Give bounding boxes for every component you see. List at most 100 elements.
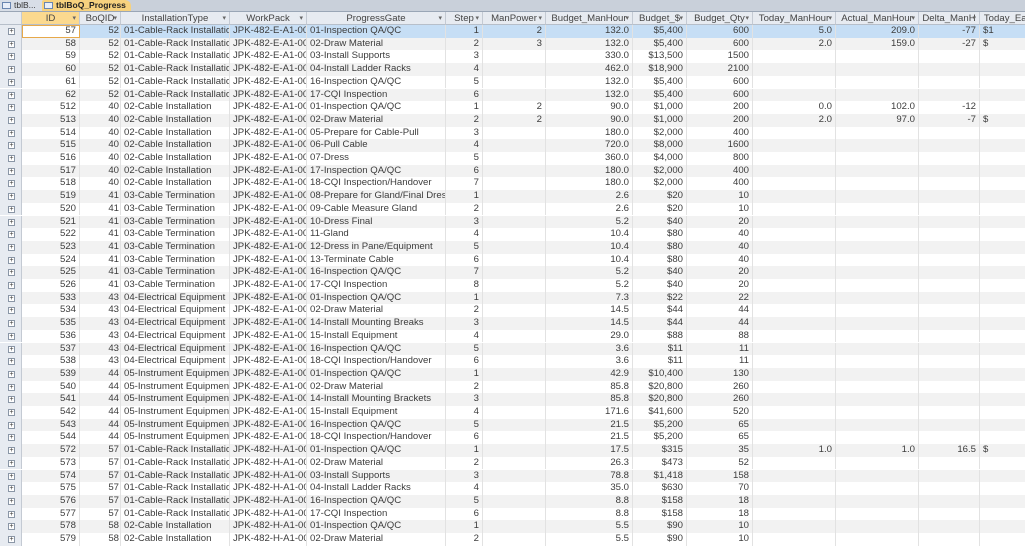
cell-manpower[interactable] xyxy=(483,355,546,368)
cell-boqid[interactable]: 57 xyxy=(80,444,121,457)
cell-budget-[interactable]: $2,000 xyxy=(633,164,687,178)
cell-manpower[interactable] xyxy=(483,88,546,102)
cell-delta-manh[interactable] xyxy=(919,75,980,89)
sort-dropdown-icon[interactable]: ▾ xyxy=(745,12,749,24)
expand-subdatasheet-icon[interactable]: + xyxy=(8,78,15,86)
cell-workpack[interactable]: JPK-482-E-A1-0001 xyxy=(230,406,307,419)
column-header-today-manhour[interactable]: Today_ManHour ▾ xyxy=(753,12,836,25)
cell-budget-qty[interactable]: 400 xyxy=(687,177,753,191)
cell-budget-[interactable]: $88 xyxy=(633,329,687,343)
cell-id[interactable]: 57 xyxy=(22,25,80,38)
cell-installationtype[interactable]: 05-Instrument Equipment xyxy=(121,406,230,419)
cell-delta-manh[interactable]: -7 xyxy=(919,113,980,127)
cell-workpack[interactable]: JPK-482-E-A1-0001 xyxy=(230,279,307,292)
cell-actual-manhour[interactable]: 159.0 xyxy=(836,37,919,51)
cell-progressgate[interactable]: 16-Inspection QA/QC xyxy=(307,418,446,432)
record-selector[interactable]: + xyxy=(0,469,22,483)
cell-installationtype[interactable]: 04-Electrical Equipment xyxy=(121,329,230,343)
cell-budget-qty[interactable]: 70 xyxy=(687,482,753,495)
cell-installationtype[interactable]: 01-Cable-Rack Installation xyxy=(121,507,230,521)
cell-boqid[interactable]: 41 xyxy=(80,228,121,241)
cell-workpack[interactable]: JPK-482-E-A1-0001 xyxy=(230,63,307,76)
cell-manpower[interactable] xyxy=(483,266,546,279)
cell-step[interactable]: 1 xyxy=(446,520,483,533)
cell-boqid[interactable]: 58 xyxy=(80,520,121,533)
record-selector[interactable]: + xyxy=(0,113,22,127)
cell-progressgate[interactable]: 01-Inspection QA/QC xyxy=(307,25,446,38)
cell-id[interactable]: 61 xyxy=(22,75,80,89)
cell-manpower[interactable] xyxy=(483,367,546,381)
cell-budget-[interactable]: $473 xyxy=(633,456,687,470)
cell-progressgate[interactable]: 17-CQI Inspection xyxy=(307,507,446,521)
cell-boqid[interactable]: 40 xyxy=(80,126,121,140)
cell-actual-manhour[interactable] xyxy=(836,266,919,279)
cell-budget-manhour[interactable]: 2.6 xyxy=(546,202,633,216)
cell-manpower[interactable] xyxy=(483,126,546,140)
cell-delta-manh[interactable]: -77 xyxy=(919,25,980,38)
cell-delta-manh[interactable] xyxy=(919,342,980,356)
cell-id[interactable]: 535 xyxy=(22,317,80,330)
cell-budget-qty[interactable]: 600 xyxy=(687,25,753,38)
sort-dropdown-icon[interactable]: ▾ xyxy=(438,12,442,24)
cell-actual-manhour[interactable] xyxy=(836,240,919,254)
cell-workpack[interactable]: JPK-482-E-A1-0001 xyxy=(230,37,307,51)
expand-subdatasheet-icon[interactable]: + xyxy=(8,129,15,137)
cell-today-earn[interactable] xyxy=(980,508,1025,521)
record-selector[interactable]: + xyxy=(0,177,22,191)
cell-delta-manh[interactable] xyxy=(919,279,980,292)
cell-budget-manhour[interactable]: 3.6 xyxy=(546,342,633,356)
cell-delta-manh[interactable] xyxy=(919,266,980,279)
cell-workpack[interactable]: JPK-482-H-A1-0001 xyxy=(230,520,307,533)
cell-today-earn[interactable] xyxy=(980,419,1025,432)
cell-delta-manh[interactable] xyxy=(919,431,980,445)
expand-subdatasheet-icon[interactable]: + xyxy=(8,383,15,391)
cell-id[interactable]: 520 xyxy=(22,202,80,216)
cell-workpack[interactable]: JPK-482-H-A1-0001 xyxy=(230,456,307,470)
cell-installationtype[interactable]: 01-Cable-Rack Installation xyxy=(121,37,230,51)
cell-today-earn[interactable] xyxy=(980,304,1025,317)
cell-budget-manhour[interactable]: 10.4 xyxy=(546,228,633,241)
column-header-installationtype[interactable]: InstallationType ▾ xyxy=(121,12,230,25)
cell-budget-manhour[interactable]: 132.0 xyxy=(546,37,633,51)
cell-actual-manhour[interactable] xyxy=(836,406,919,419)
table-row[interactable]: +515 40 02-Cable Installation JPK-482-E-A1-… xyxy=(0,139,1025,152)
cell-today-earn[interactable] xyxy=(980,50,1025,63)
cell-today-manhour[interactable] xyxy=(753,456,836,470)
cell-today-manhour[interactable] xyxy=(753,507,836,521)
expand-subdatasheet-icon[interactable]: + xyxy=(8,66,15,74)
cell-actual-manhour[interactable] xyxy=(836,482,919,495)
cell-actual-manhour[interactable] xyxy=(836,75,919,89)
cell-actual-manhour[interactable] xyxy=(836,418,919,432)
record-selector[interactable]: + xyxy=(0,367,22,381)
cell-progressgate[interactable]: 02-Draw Material xyxy=(307,113,446,127)
cell-step[interactable]: 8 xyxy=(446,279,483,292)
cell-delta-manh[interactable] xyxy=(919,88,980,102)
cell-actual-manhour[interactable] xyxy=(836,507,919,521)
cell-today-earn[interactable] xyxy=(980,406,1025,419)
cell-delta-manh[interactable] xyxy=(919,456,980,470)
cell-today-earn[interactable] xyxy=(980,368,1025,381)
cell-today-earn[interactable] xyxy=(980,241,1025,254)
cell-boqid[interactable]: 52 xyxy=(80,88,121,102)
expand-subdatasheet-icon[interactable]: + xyxy=(8,497,15,505)
cell-progressgate[interactable]: 14-Install Mounting Breaks xyxy=(307,317,446,330)
cell-manpower[interactable] xyxy=(483,520,546,533)
cell-today-manhour[interactable] xyxy=(753,393,836,406)
record-selector[interactable]: + xyxy=(0,291,22,305)
cell-budget-[interactable]: $5,200 xyxy=(633,431,687,445)
cell-boqid[interactable]: 40 xyxy=(80,164,121,178)
cell-step[interactable]: 3 xyxy=(446,215,483,229)
sort-dropdown-icon[interactable]: ▾ xyxy=(972,12,976,24)
cell-workpack[interactable]: JPK-482-E-A1-0001 xyxy=(230,126,307,140)
cell-boqid[interactable]: 57 xyxy=(80,456,121,470)
cell-boqid[interactable]: 44 xyxy=(80,431,121,445)
cell-today-earn[interactable] xyxy=(980,177,1025,190)
cell-budget-qty[interactable]: 20 xyxy=(687,266,753,279)
cell-installationtype[interactable]: 05-Instrument Equipment xyxy=(121,418,230,432)
cell-budget-[interactable]: $80 xyxy=(633,240,687,254)
cell-step[interactable]: 1 xyxy=(446,367,483,381)
cell-step[interactable]: 5 xyxy=(446,418,483,432)
column-header-manpower[interactable]: ManPower ▾ xyxy=(483,12,546,25)
cell-installationtype[interactable]: 03-Cable Termination xyxy=(121,240,230,254)
cell-progressgate[interactable]: 08-Prepare for Gland/Final Dress xyxy=(307,190,446,203)
